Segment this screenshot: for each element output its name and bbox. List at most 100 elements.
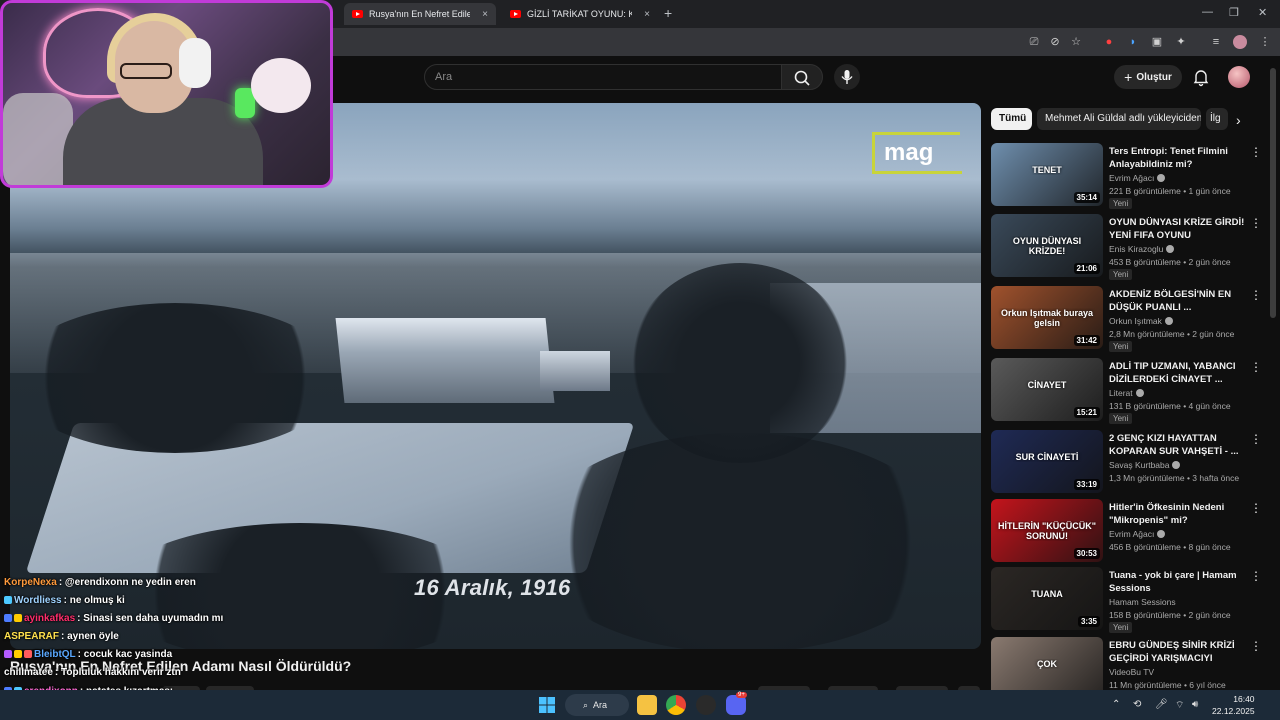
more-options-icon[interactable]: ⋮	[1250, 639, 1262, 653]
new-badge: Yeni	[1109, 269, 1133, 280]
recommended-video[interactable]: OYUN DÜNYASI KRİZDE! 21:06 OYUN DÜNYASI KR…	[991, 214, 1263, 280]
video-thumbnail[interactable]: OYUN DÜNYASI KRİZDE! 21:06	[991, 214, 1103, 277]
tray-wifi-icon[interactable]: ⌔	[1175, 699, 1184, 712]
channel-name[interactable]: VideoBu TV	[1109, 667, 1154, 677]
taskbar-search[interactable]: ⌕ Ara	[565, 694, 629, 716]
clock-date: 22.12.2025	[1212, 706, 1255, 716]
new-tab-button[interactable]: +	[664, 5, 672, 21]
recommended-video[interactable]: TUANA 3:35 Tuana - yok bi çare | Hamam Ses…	[991, 567, 1263, 633]
hide-icon[interactable]: ⊘	[1048, 35, 1062, 49]
chat-message: ASPEARAF: aynen öyle	[4, 631, 119, 642]
verified-icon	[1166, 245, 1175, 253]
recommended-video[interactable]: CİNAYET 15:21 ADLİ TIP UZMANI, YABANCI DİZ…	[991, 358, 1263, 424]
channel-name[interactable]: Hamam Sessions	[1109, 597, 1176, 607]
chat-username: Wordliess	[14, 595, 62, 606]
file-explorer-icon[interactable]	[637, 695, 657, 715]
notifications-bell-icon[interactable]	[1191, 67, 1211, 87]
maximize-icon[interactable]: ❐	[1229, 6, 1239, 19]
cast-icon[interactable]: ⎚	[1027, 35, 1041, 49]
channel-name[interactable]: Literat	[1109, 388, 1144, 398]
recommended-video[interactable]: SUR CİNAYETİ 33:19 2 GENÇ KIZI HAYATTAN KO…	[991, 430, 1263, 496]
more-options-icon[interactable]: ⋮	[1250, 216, 1262, 230]
chevron-right-icon[interactable]: ›	[1236, 112, 1241, 128]
verified-icon	[1172, 461, 1181, 469]
thumbnail-text: SUR CİNAYETİ	[1015, 452, 1079, 462]
channel-name[interactable]: Evrim Ağacı	[1109, 529, 1166, 539]
browser-menu-icon[interactable]: ⋮	[1258, 35, 1272, 49]
video-duration: 3:35	[1077, 616, 1100, 627]
extension-blue-icon[interactable]: ◗	[1126, 35, 1140, 49]
channel-name[interactable]: Orkun Işıtmak	[1109, 316, 1173, 326]
recommended-video-title[interactable]: OYUN DÜNYASI KRİZE GİRDİ! YENİ FIFA OYUN…	[1109, 216, 1247, 242]
recommended-video[interactable]: TENET 35:14 Ters Entropi: Tenet Filmini An…	[991, 143, 1263, 209]
taskbar-clock[interactable]: 16:40 22.12.2025	[1212, 693, 1255, 717]
video-caption: 16 Aralık, 1916	[414, 575, 571, 600]
chat-badge-icon	[4, 650, 12, 658]
video-thumbnail[interactable]: CİNAYET 15:21	[991, 358, 1103, 421]
channel-name[interactable]: Enis Kirazoglu	[1109, 244, 1175, 254]
video-thumbnail[interactable]: SUR CİNAYETİ 33:19	[991, 430, 1103, 493]
chat-badge-icon	[14, 614, 22, 622]
tab-close-icon[interactable]: ×	[482, 9, 488, 20]
chat-message: Wordliess: ne olmuş ki	[4, 595, 125, 606]
profile-avatar-icon[interactable]	[1233, 35, 1247, 49]
window-close-icon[interactable]: ✕	[1258, 6, 1267, 19]
more-options-icon[interactable]: ⋮	[1250, 501, 1262, 515]
discord-icon[interactable]	[726, 695, 746, 715]
video-thumbnail[interactable]: TENET 35:14	[991, 143, 1103, 206]
recommended-video[interactable]: HİTLERİN "KÜÇÜCÜK" SORUNU! 30:53 Hitler'in…	[991, 499, 1263, 565]
plus-icon: +	[1124, 69, 1133, 85]
chrome-icon[interactable]	[666, 695, 686, 715]
recommended-video-title[interactable]: Tuana - yok bi çare | Hamam Sessions	[1109, 569, 1247, 595]
obs-icon[interactable]	[696, 695, 716, 715]
page-scrollbar[interactable]	[1270, 68, 1276, 318]
video-thumbnail[interactable]: Orkun Işıtmak buraya gelsin 31:42	[991, 286, 1103, 349]
chip-all[interactable]: Tümü	[991, 108, 1032, 130]
tab-second-video[interactable]: GİZLİ TARİKAT OYUNU: KANYEC ×	[502, 3, 658, 25]
new-badge: Yeni	[1109, 198, 1133, 209]
reading-list-icon[interactable]: ≡	[1209, 35, 1223, 49]
video-frame-forest	[530, 433, 950, 649]
video-meta: 453 B görüntüleme • 2 gün önce	[1109, 257, 1231, 267]
tray-mic-icon[interactable]: 🎤︎	[1155, 699, 1168, 710]
video-meta: 221 B görüntüleme • 1 gün önce	[1109, 186, 1231, 196]
thumbnail-text: ÇOK	[1037, 659, 1057, 669]
create-button[interactable]: + Oluştur	[1114, 65, 1182, 89]
video-thumbnail[interactable]: TUANA 3:35	[991, 567, 1103, 630]
windows-start-icon[interactable]	[538, 696, 556, 714]
bookmark-star-icon[interactable]: ☆	[1069, 35, 1083, 49]
clock-time: 16:40	[1233, 694, 1255, 704]
tray-sync-icon[interactable]: ⟲	[1133, 699, 1141, 710]
account-avatar[interactable]	[1228, 66, 1250, 88]
video-thumbnail[interactable]: HİTLERİN "KÜÇÜCÜK" SORUNU! 30:53	[991, 499, 1103, 562]
search-button[interactable]	[781, 64, 823, 90]
chip-from-uploader[interactable]: Mehmet Ali Güldal adlı yükleyiciden	[1037, 108, 1201, 130]
chip-related[interactable]: İlg	[1206, 108, 1228, 130]
extension-red-icon[interactable]: ●	[1102, 35, 1116, 49]
voice-search-button[interactable]	[834, 64, 860, 90]
tab-active-video[interactable]: Rusya'nın En Nefret Edilen Adam ×	[344, 3, 496, 25]
recommended-video-title[interactable]: EBRU GÜNDEŞ SİNİR KRİZİ GEÇİRDİ YARIŞMAC…	[1109, 639, 1247, 665]
extension-mask-icon[interactable]: ▣	[1150, 35, 1164, 49]
more-options-icon[interactable]: ⋮	[1250, 569, 1262, 583]
more-options-icon[interactable]: ⋮	[1250, 432, 1262, 446]
more-options-icon[interactable]: ⋮	[1250, 360, 1262, 374]
tray-chevron-icon[interactable]: ⌃	[1112, 699, 1120, 710]
recommended-video-title[interactable]: Ters Entropi: Tenet Filmini Anlayabildin…	[1109, 145, 1247, 171]
recommended-video-title[interactable]: ADLİ TIP UZMANI, YABANCI DİZİLERDEKİ CİN…	[1109, 360, 1247, 386]
recommended-video-title[interactable]: 2 GENÇ KIZI HAYATTAN KOPARAN SUR VAHŞETİ…	[1109, 432, 1247, 458]
more-options-icon[interactable]: ⋮	[1250, 145, 1262, 159]
search-input[interactable]: Ara	[424, 64, 782, 90]
recommended-video[interactable]: Orkun Işıtmak buraya gelsin 31:42 AKDENİZ …	[991, 286, 1263, 352]
recommended-video-title[interactable]: AKDENİZ BÖLGESİ'NİN EN DÜŞÜK PUANLI ...	[1109, 288, 1247, 314]
recommended-video-title[interactable]: Hitler'in Öfkesinin Nedeni "Mikropenis" …	[1109, 501, 1247, 527]
video-meta: 2,8 Mn görüntüleme • 2 gün önce	[1109, 329, 1235, 339]
channel-name[interactable]: Savaş Kurtbaba	[1109, 460, 1181, 470]
more-options-icon[interactable]: ⋮	[1250, 288, 1262, 302]
tray-volume-icon[interactable]: 🔊︎	[1192, 699, 1198, 710]
channel-name[interactable]: Evrim Ağacı	[1109, 173, 1166, 183]
tab-close-icon[interactable]: ×	[644, 9, 650, 20]
extensions-puzzle-icon[interactable]: ✦	[1174, 35, 1188, 49]
minimize-icon[interactable]: —	[1202, 6, 1213, 18]
thumbnail-text: TUANA	[1031, 589, 1063, 599]
